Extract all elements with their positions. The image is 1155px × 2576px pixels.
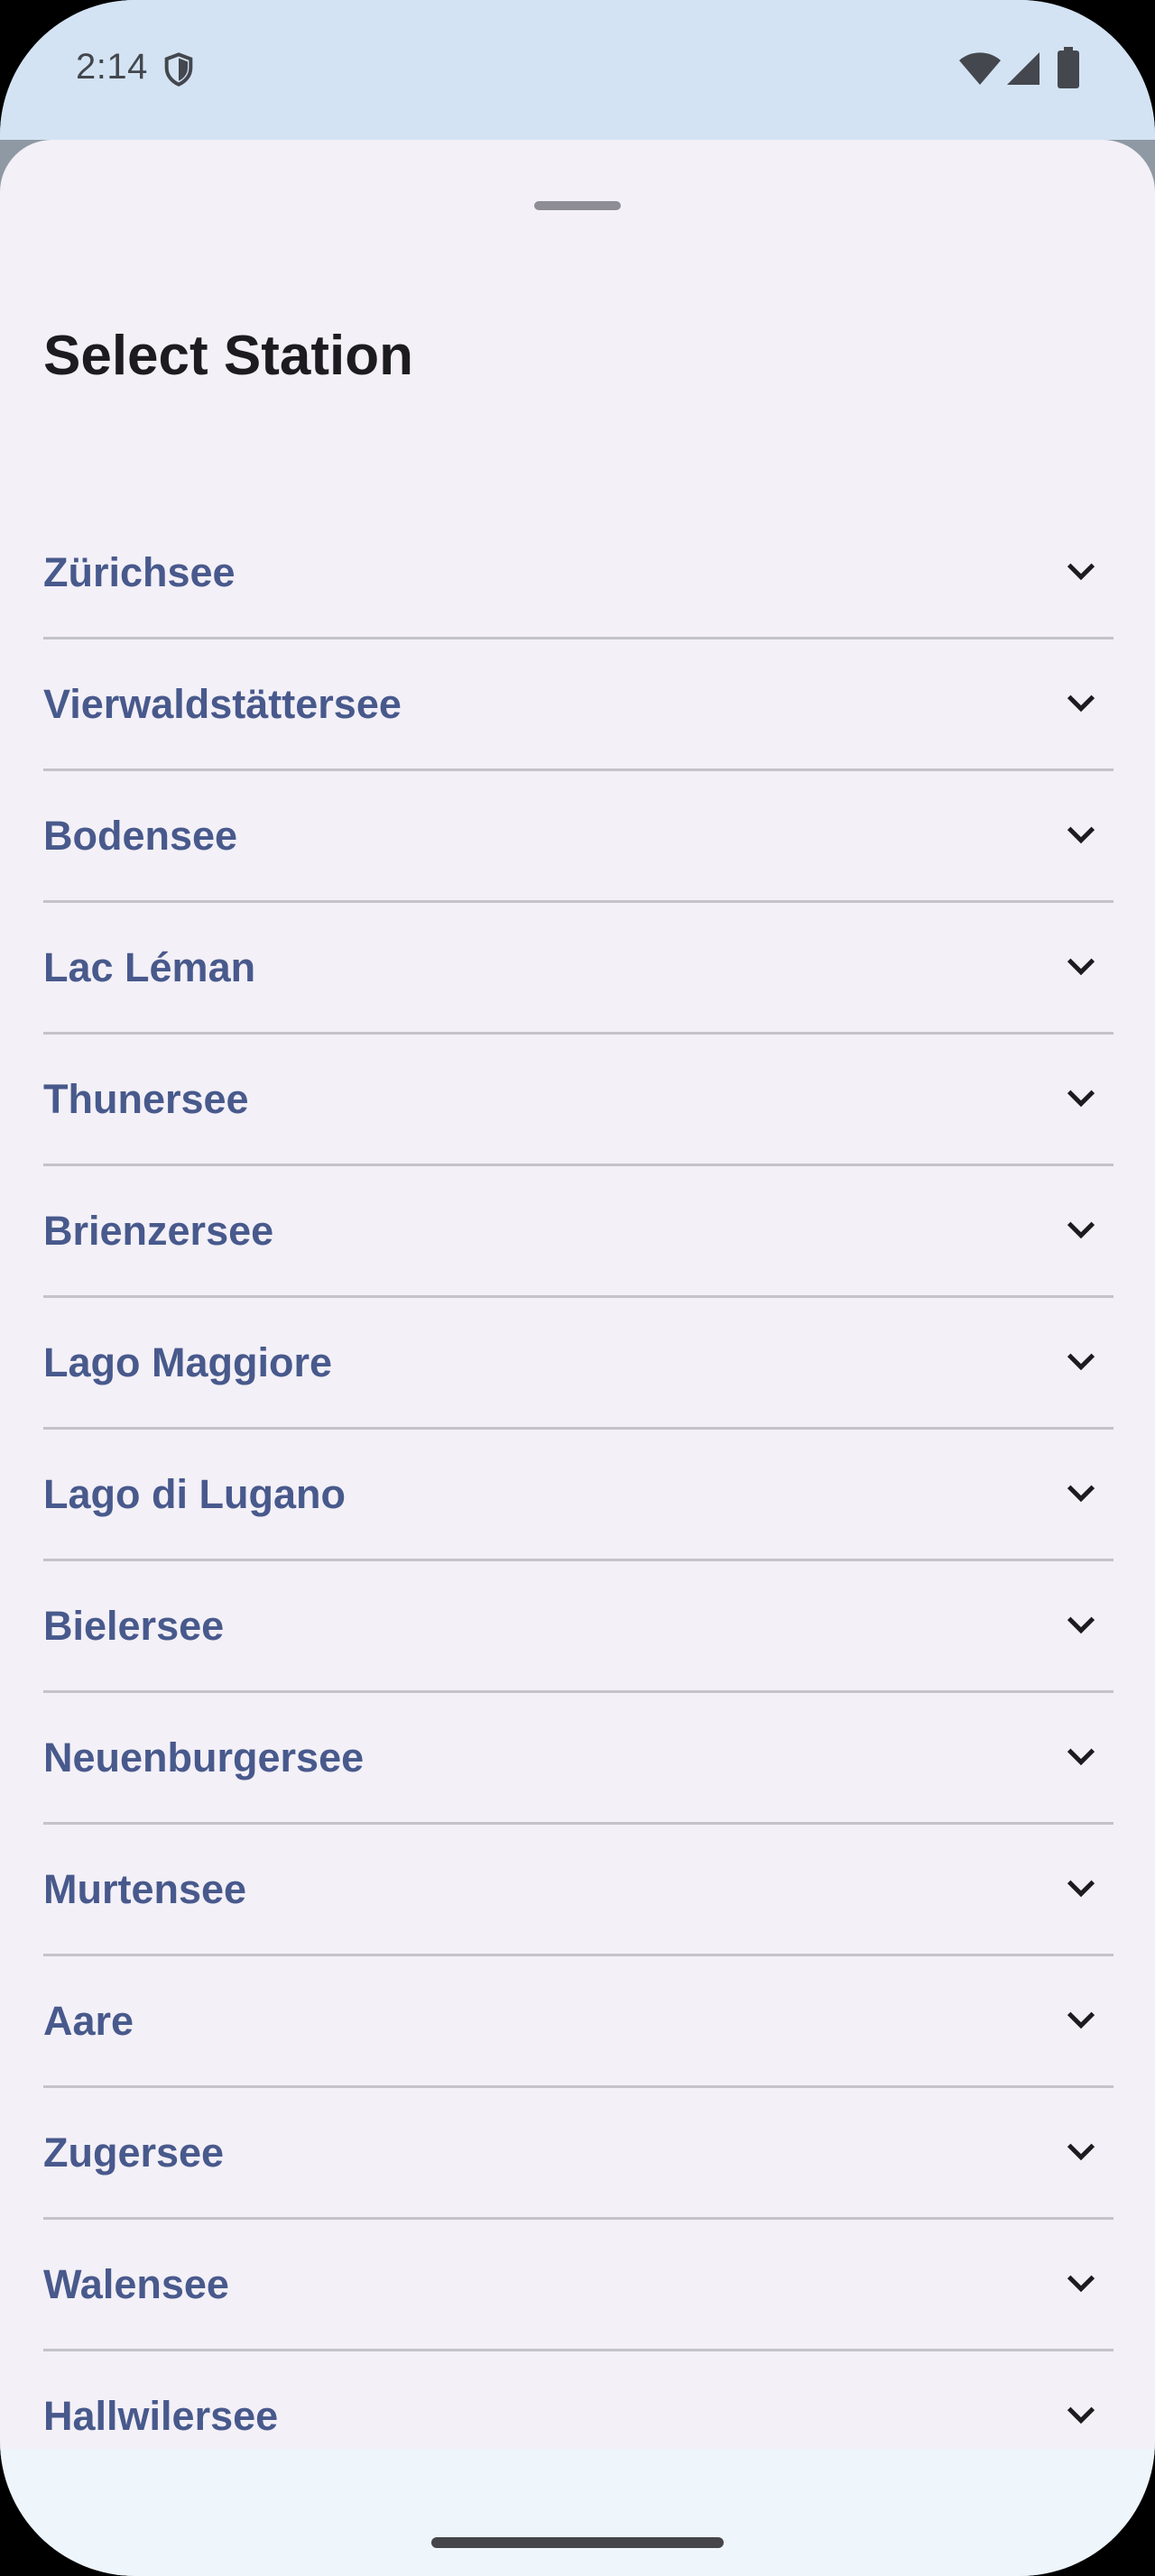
station-item-brienzersee[interactable]: Brienzersee <box>43 1166 1113 1298</box>
station-item-lac-leman[interactable]: Lac Léman <box>43 903 1113 1035</box>
battery-icon <box>1058 47 1079 88</box>
station-label: Zürichsee <box>43 549 236 595</box>
station-item-neuenburgersee[interactable]: Neuenburgersee <box>43 1693 1113 1825</box>
station-item-murtensee[interactable]: Murtensee <box>43 1825 1113 1956</box>
chevron-down-icon <box>1067 958 1095 976</box>
station-label: Lago di Lugano <box>43 1471 346 1517</box>
station-item-lago-maggiore[interactable]: Lago Maggiore <box>43 1298 1113 1430</box>
station-item-zugersee[interactable]: Zugersee <box>43 2088 1113 2220</box>
station-label: Vierwaldstättersee <box>43 681 402 727</box>
station-label: Thunersee <box>43 1076 249 1122</box>
chevron-down-icon <box>1067 1090 1095 1108</box>
bottom-sheet: Select Station Zürichsee Vierwaldstätter… <box>0 140 1155 2483</box>
chevron-down-icon <box>1067 1880 1095 1898</box>
station-list: Zürichsee Vierwaldstättersee Bodensee La… <box>43 508 1113 2483</box>
chevron-down-icon <box>1067 1221 1095 1239</box>
gesture-nav-bar <box>0 2449 1155 2576</box>
station-label: Bielersee <box>43 1603 225 1649</box>
chevron-down-icon <box>1067 2143 1095 2161</box>
chevron-down-icon <box>1067 2011 1095 2029</box>
chevron-down-icon <box>1067 1353 1095 1371</box>
station-label: Zugersee <box>43 2130 225 2176</box>
status-time: 2:14 <box>76 47 148 87</box>
chevron-down-icon <box>1067 1748 1095 1766</box>
station-item-zurichsee[interactable]: Zürichsee <box>43 508 1113 639</box>
station-label: Murtensee <box>43 1866 247 1912</box>
chevron-down-icon <box>1067 1616 1095 1634</box>
status-bar: 2:14 <box>0 0 1155 140</box>
station-label: Lago Maggiore <box>43 1339 333 1385</box>
chevron-down-icon <box>1067 1485 1095 1503</box>
station-label: Aare <box>43 1998 134 2044</box>
station-label: Neuenburgersee <box>43 1734 365 1780</box>
station-item-vierwaldstattersee[interactable]: Vierwaldstättersee <box>43 639 1113 771</box>
wifi-icon <box>959 52 1001 85</box>
chevron-down-icon <box>1067 2275 1095 2293</box>
chevron-down-icon <box>1067 826 1095 844</box>
station-item-walensee[interactable]: Walensee <box>43 2220 1113 2351</box>
chevron-down-icon <box>1067 2406 1095 2424</box>
chevron-down-icon <box>1067 695 1095 713</box>
station-label: Walensee <box>43 2261 229 2307</box>
station-label: Bodensee <box>43 813 238 859</box>
station-item-aare[interactable]: Aare <box>43 1956 1113 2088</box>
device-screen: 2:14 Select Station Zürichsee Vierwaldst… <box>0 0 1155 2576</box>
signal-icon <box>1007 52 1040 85</box>
home-indicator[interactable] <box>431 2537 724 2548</box>
drag-handle[interactable] <box>534 201 621 210</box>
station-label: Lac Léman <box>43 944 256 990</box>
station-item-bielersee[interactable]: Bielersee <box>43 1561 1113 1693</box>
station-label: Brienzersee <box>43 1208 274 1254</box>
shield-icon <box>164 52 193 87</box>
station-item-thunersee[interactable]: Thunersee <box>43 1035 1113 1166</box>
sheet-title: Select Station <box>43 325 413 387</box>
station-item-bodensee[interactable]: Bodensee <box>43 771 1113 903</box>
chevron-down-icon <box>1067 563 1095 581</box>
station-label: Hallwilersee <box>43 2393 279 2439</box>
station-item-lago-di-lugano[interactable]: Lago di Lugano <box>43 1430 1113 1561</box>
